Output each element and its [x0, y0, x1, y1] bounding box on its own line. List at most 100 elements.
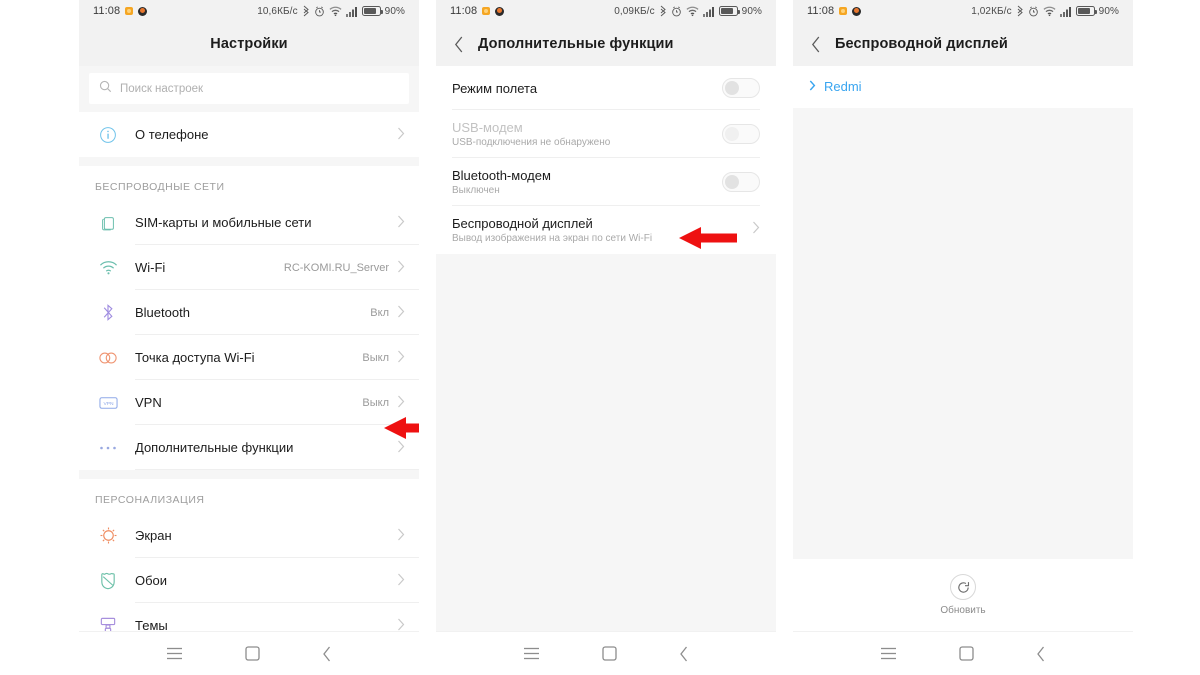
notification-icon-dark [852, 6, 862, 16]
usb-tethering-title: USB-модем [452, 120, 523, 135]
sidebar-item-additional-functions[interactable]: Дополнительные функции [79, 425, 419, 470]
status-bar-1: 11:08 10,6КБ/c 90% [79, 0, 419, 22]
status-bar-right-3: 1,02КБ/c 90% [971, 5, 1119, 17]
bluetooth-value: Вкл [370, 306, 389, 319]
airplane-mode-title: Режим полета [452, 80, 538, 96]
back-chevron-icon[interactable] [1036, 646, 1046, 662]
menu-icon[interactable] [880, 647, 897, 660]
chevron-left-icon[interactable] [799, 22, 833, 66]
chevron-right-icon [397, 350, 405, 365]
notification-icon-yellow [125, 7, 134, 15]
bluetooth-icon [1016, 5, 1024, 17]
network-speed: 1,02КБ/c [971, 5, 1012, 17]
status-bar-left-1: 11:08 [93, 5, 148, 17]
chevron-right-icon [397, 618, 405, 631]
sidebar-item-sim-cards[interactable]: SIM-карты и мобильные сети [79, 200, 419, 245]
vpn-icon: VPN [95, 396, 121, 410]
wifi-icon [329, 6, 342, 17]
menu-icon[interactable] [523, 647, 540, 660]
home-square-icon[interactable] [245, 646, 260, 661]
settings-content: Поиск настроек О телефоне БЕСПРОВОДНЫЕ С… [79, 66, 419, 631]
personalization-card: ПЕРСОНАЛИЗАЦИЯ Экран Обои Темы [79, 479, 419, 631]
battery-percent: 90% [1098, 5, 1119, 17]
alarm-icon [1028, 6, 1039, 17]
list-item-airplane-mode[interactable]: Режим полета [436, 66, 776, 110]
airplane-mode-toggle[interactable] [722, 78, 760, 98]
wireless-display-control[interactable] [752, 221, 760, 239]
more-dots-icon [95, 445, 121, 451]
sim-cards-label: SIM-карты и мобильные сети [135, 215, 312, 230]
status-bar-right-1: 10,6КБ/c 90% [257, 5, 405, 17]
airplane-mode-control[interactable] [722, 78, 760, 98]
section-gap-2 [79, 470, 419, 479]
status-time: 11:08 [807, 5, 835, 17]
wifi-icon [1043, 6, 1056, 17]
wireless-networks-card: БЕСПРОВОДНЫЕ СЕТИ SIM-карты и мобильные … [79, 166, 419, 470]
list-item-device-redmi[interactable]: Redmi [809, 79, 1117, 94]
sidebar-item-wifi[interactable]: Wi-Fi RC-KOMI.RU_Server [79, 245, 419, 290]
back-chevron-icon[interactable] [322, 646, 332, 662]
home-square-icon[interactable] [602, 646, 617, 661]
list-item-usb-tethering[interactable]: USB-модем USB-подключения не обнаружено [436, 110, 776, 158]
usb-tethering-subtitle: USB-подключения не обнаружено [452, 137, 611, 148]
hotspot-value: Выкл [362, 351, 389, 364]
sidebar-item-hotspot[interactable]: Точка доступа Wi-Fi Выкл [79, 335, 419, 380]
navigation-bar-1 [79, 631, 419, 675]
bluetooth-tethering-text: Bluetooth-модем Выключен [452, 168, 551, 196]
chevron-right-icon [397, 127, 405, 142]
signal-icon [1059, 6, 1072, 17]
bluetooth-tethering-subtitle: Выключен [452, 185, 500, 196]
phone-panel-additional-functions: 11:08 0,09КБ/c 90% Дополнительные функци… [436, 0, 776, 675]
home-square-icon[interactable] [959, 646, 974, 661]
page-title: Настройки [210, 36, 288, 52]
airplane-mode-text: Режим полета [452, 81, 537, 96]
additional-functions-card: Режим полета USB-модем USB-подключения н… [436, 66, 776, 254]
sidebar-item-about-phone[interactable]: О телефоне [79, 112, 419, 157]
signal-icon [702, 6, 715, 17]
sidebar-item-vpn[interactable]: VPN VPN Выкл [79, 380, 419, 425]
back-chevron-icon[interactable] [679, 646, 689, 662]
list-item-bluetooth-tethering[interactable]: Bluetooth-модем Выключен [436, 158, 776, 206]
bluetooth-tethering-toggle[interactable] [722, 172, 760, 192]
about-phone-card: О телефоне [79, 112, 419, 157]
additional-functions-label: Дополнительные функции [135, 440, 294, 455]
bluetooth-tethering-control[interactable] [722, 172, 760, 192]
usb-tethering-toggle [722, 124, 760, 144]
chevron-right-icon [397, 573, 405, 588]
hotspot-icon [95, 351, 121, 365]
bluetooth-icon [95, 303, 121, 322]
search-placeholder: Поиск настроек [120, 82, 204, 95]
chevron-right-icon [397, 305, 405, 320]
sidebar-item-wallpaper[interactable]: Обои [79, 558, 419, 603]
sidebar-item-bluetooth[interactable]: Bluetooth Вкл [79, 290, 419, 335]
navigation-bar-2 [436, 631, 776, 675]
menu-icon[interactable] [166, 647, 183, 660]
sidebar-item-themes[interactable]: Темы [79, 603, 419, 631]
wireless-display-text: Беспроводной дисплей Вывод изображения н… [452, 216, 652, 244]
refresh-label: Обновить [940, 605, 986, 616]
status-bar-3: 11:08 1,02КБ/c 90% [793, 0, 1133, 22]
page-title: Дополнительные функции [478, 36, 674, 52]
wifi-icon [686, 6, 699, 17]
chevron-right-icon [752, 221, 760, 239]
phone-panel-wireless-display: 11:08 1,02КБ/c 90% Беспроводной дисплей … [793, 0, 1133, 675]
app-bar-additional-functions: Дополнительные функции [436, 22, 776, 66]
refresh-icon[interactable] [950, 574, 976, 600]
bluetooth-icon [659, 5, 667, 17]
list-item-wireless-display[interactable]: Беспроводной дисплей Вывод изображения н… [436, 206, 776, 254]
vpn-label: VPN [135, 395, 162, 410]
search-input[interactable]: Поиск настроек [89, 73, 409, 104]
refresh-footer[interactable]: Обновить [793, 559, 1133, 631]
navigation-bar-3 [793, 631, 1133, 675]
battery-percent: 90% [384, 5, 405, 17]
network-speed: 10,6КБ/c [257, 5, 298, 17]
wireless-display-subtitle: Вывод изображения на экран по сети Wi-Fi [452, 233, 653, 244]
wallpaper-icon [95, 571, 121, 590]
info-icon [95, 126, 121, 144]
chevron-left-icon[interactable] [442, 22, 476, 66]
battery-icon [361, 6, 383, 16]
wifi-icon [95, 260, 121, 276]
themes-label: Темы [135, 618, 168, 631]
wifi-value: RC-KOMI.RU_Server [283, 261, 389, 274]
sidebar-item-display[interactable]: Экран [79, 513, 419, 558]
